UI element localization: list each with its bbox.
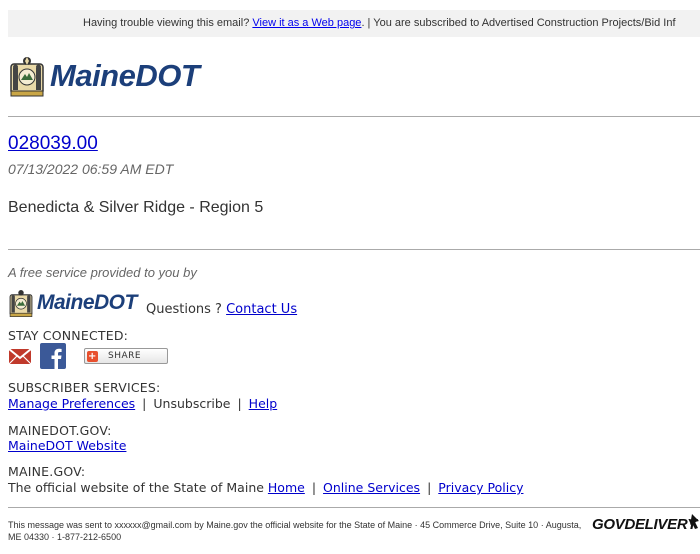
govdelivery-logo[interactable]: GOVDELIVERY xyxy=(592,514,699,534)
view-web-page-link[interactable]: View it as a Web page xyxy=(252,17,361,29)
maine-gov-label: MAINE.GOV: xyxy=(8,464,86,479)
mainedot-logo[interactable]: MaineDOT xyxy=(8,54,200,98)
mainedot-website-line: MaineDOT Website xyxy=(8,438,126,453)
maine-gov-description: The official website of the State of Mai… xyxy=(8,480,268,495)
maine-state-seal-icon xyxy=(10,57,44,97)
bulletin-timestamp: 07/13/2022 06:59 AM EDT xyxy=(8,161,174,177)
mainedot-wordmark: MaineDOT xyxy=(50,58,200,93)
stay-connected-label: STAY CONNECTED: xyxy=(8,328,129,343)
mainedot-gov-label: MAINEDOT.GOV: xyxy=(8,423,112,438)
divider-legal xyxy=(8,507,700,508)
share-button[interactable]: + SHARE xyxy=(84,348,168,364)
questions-line: Questions ? Contact Us xyxy=(146,302,297,317)
online-services-link[interactable]: Online Services xyxy=(323,480,420,495)
subscription-note: . | You are subscribed to Advertised Con… xyxy=(361,17,676,29)
trouble-viewing-text: Having trouble viewing this email? xyxy=(83,17,253,29)
share-label: SHARE xyxy=(108,351,142,361)
unsubscribe-text[interactable]: Unsubscribe xyxy=(153,396,230,411)
govdelivery-arrow-icon xyxy=(690,514,699,529)
legal-footer-text: This message was sent to xxxxxx@gmail.co… xyxy=(8,520,582,542)
separator: | xyxy=(311,480,317,495)
separator: | xyxy=(237,396,242,411)
email-header-bar: Having trouble viewing this email? View … xyxy=(8,10,700,37)
free-service-note: A free service provided to you by xyxy=(8,265,197,280)
bulletin-summary: Benedicta & Silver Ridge - Region 5 xyxy=(8,199,264,216)
facebook-icon[interactable] xyxy=(40,343,66,369)
divider-top xyxy=(8,116,700,117)
privacy-policy-link[interactable]: Privacy Policy xyxy=(438,480,523,495)
separator: | xyxy=(427,480,432,495)
home-link[interactable]: Home xyxy=(268,480,305,495)
social-links: + SHARE xyxy=(8,343,168,369)
subscriber-services-links: Manage Preferences | Unsubscribe | Help xyxy=(8,396,277,411)
mainedot-website-link[interactable]: MaineDOT Website xyxy=(8,438,126,453)
email-envelope-icon[interactable] xyxy=(8,344,32,368)
mainedot-footer-logo[interactable]: MaineDOT xyxy=(8,288,137,318)
questions-label: Questions ? xyxy=(146,302,227,317)
govdelivery-wordmark: GOVDELIVERY xyxy=(592,516,697,533)
subscriber-services-label: SUBSCRIBER SERVICES: xyxy=(8,380,161,395)
project-number-link[interactable]: 028039.00 xyxy=(8,133,98,155)
separator: | xyxy=(142,396,147,411)
help-link[interactable]: Help xyxy=(249,396,278,411)
mainedot-footer-wordmark: MaineDOT xyxy=(37,291,137,314)
manage-preferences-link[interactable]: Manage Preferences xyxy=(8,396,135,411)
divider-bottom xyxy=(8,249,700,250)
share-plus-icon: + xyxy=(87,350,98,362)
maine-gov-links: The official website of the State of Mai… xyxy=(8,480,523,495)
contact-us-link[interactable]: Contact Us xyxy=(226,302,297,317)
maine-state-seal-icon xyxy=(9,290,33,317)
